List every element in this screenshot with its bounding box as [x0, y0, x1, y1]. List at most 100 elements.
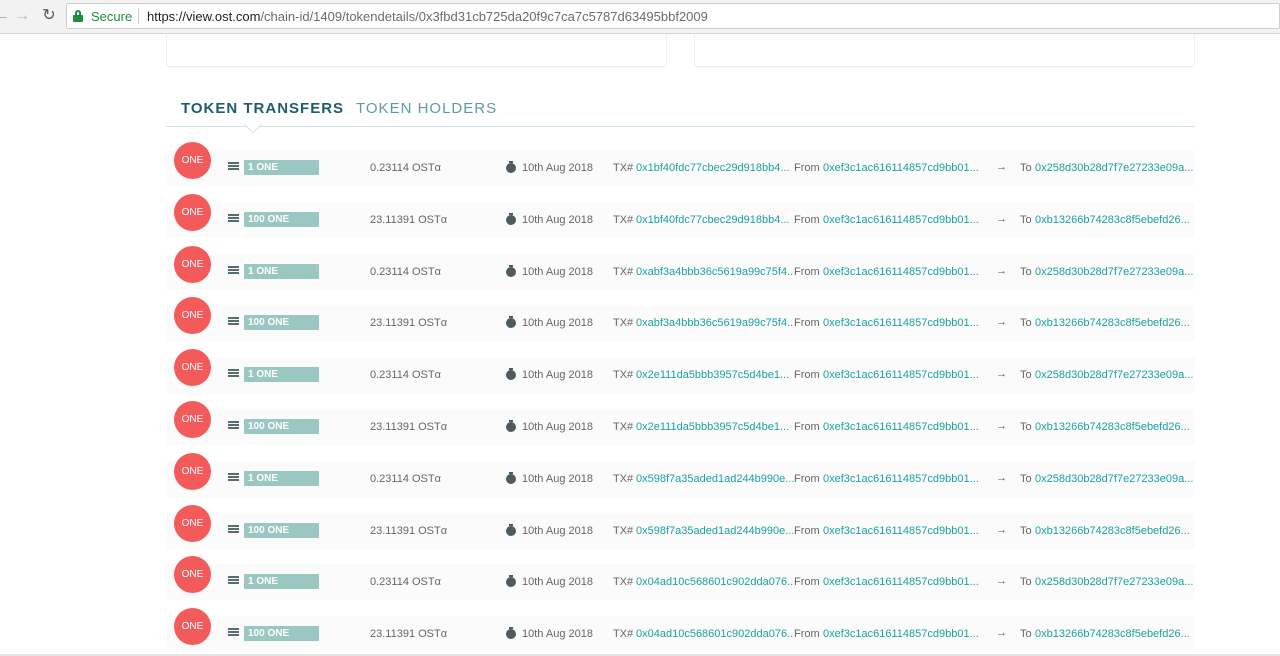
tx-label: TX#	[613, 421, 634, 433]
from-address-link[interactable]: 0xef3c1ac616114857cd9bb01...	[823, 266, 979, 278]
summary-card-right	[694, 34, 1195, 67]
from-address-link[interactable]: 0xef3c1ac616114857cd9bb01...	[823, 214, 979, 226]
from-address-link[interactable]: 0xef3c1ac616114857cd9bb01...	[823, 473, 979, 485]
tx-hash-link[interactable]: 0x598f7a35aded1ad244b990e...	[636, 473, 794, 485]
token-amount-badge: 100 ONE	[244, 626, 319, 641]
to-address-link[interactable]: 0xb13266b74283c8f5ebefd26...	[1035, 628, 1190, 640]
tx-label: TX#	[613, 628, 634, 640]
from-label: From	[794, 628, 820, 640]
from-address-link[interactable]: 0xef3c1ac616114857cd9bb01...	[823, 369, 979, 381]
stopwatch-icon	[506, 316, 516, 328]
tx-hash-link[interactable]: 0x04ad10c568601c902dda076...	[636, 576, 794, 588]
ost-amount: 23.11391 OSTα	[370, 628, 448, 640]
tx-hash-link[interactable]: 0x1bf40fdc77cbec29d918bb4...	[636, 162, 794, 174]
arrow-right-icon: →	[996, 575, 1007, 587]
arrow-right-icon[interactable]: →	[12, 6, 32, 26]
tx-hash-link[interactable]: 0x2e111da5bbb3957c5d4be1...	[636, 421, 794, 433]
stopwatch-icon	[506, 368, 516, 380]
transfer-row[interactable]: ONE 1 ONE 0.23114 OSTα 10th Aug 2018 TX# 0xab…	[166, 246, 1195, 290]
to-address-link[interactable]: 0xb13266b74283c8f5ebefd26...	[1035, 421, 1190, 433]
to-label: To	[1020, 214, 1032, 226]
from-address-link[interactable]: 0xef3c1ac616114857cd9bb01...	[823, 576, 979, 588]
token-avatar: ONE	[174, 142, 211, 179]
tab-token-transfers[interactable]: TOKEN TRANSFERS	[181, 100, 344, 117]
tx-label: TX#	[613, 162, 634, 174]
arrow-right-icon: →	[996, 161, 1007, 173]
coins-stack-icon	[228, 266, 239, 276]
tx-hash-link[interactable]: 0x1bf40fdc77cbec29d918bb4...	[636, 214, 794, 226]
ost-amount: 0.23114 OSTα	[370, 473, 441, 485]
from-label: From	[794, 369, 820, 381]
address-bar[interactable]: Secure https://view.ost.com/chain-id/140…	[66, 3, 1280, 29]
transfer-row[interactable]: ONE 100 ONE 23.11391 OSTα 10th Aug 2018 TX# 0…	[166, 194, 1195, 238]
to-address-link[interactable]: 0x258d30b28d7f7e27233e09a...	[1035, 266, 1193, 278]
coins-stack-icon	[228, 525, 239, 535]
tx-label: TX#	[613, 576, 634, 588]
transfer-row[interactable]: ONE 1 ONE 0.23114 OSTα 10th Aug 2018 TX# 0x59…	[166, 453, 1195, 497]
to-label: To	[1020, 421, 1032, 433]
to-label: To	[1020, 369, 1032, 381]
address-divider	[138, 8, 139, 24]
transfer-row[interactable]: ONE 100 ONE 23.11391 OSTα 10th Aug 2018 TX# 0…	[166, 401, 1195, 445]
tx-hash-link[interactable]: 0x598f7a35aded1ad244b990e...	[636, 525, 794, 537]
browser-toolbar: ← → ↻ Secure https://view.ost.com/chain-…	[0, 0, 1280, 34]
from-address-link[interactable]: 0xef3c1ac616114857cd9bb01...	[823, 525, 979, 537]
token-tabs: TOKEN TRANSFERS TOKEN HOLDERS	[166, 96, 1195, 134]
from-label: From	[794, 162, 820, 174]
ost-amount: 23.11391 OSTα	[370, 525, 448, 537]
transfer-date: 10th Aug 2018	[522, 266, 593, 278]
token-avatar: ONE	[174, 246, 211, 283]
ost-amount: 23.11391 OSTα	[370, 421, 448, 433]
tx-hash-link[interactable]: 0x2e111da5bbb3957c5d4be1...	[636, 369, 794, 381]
token-amount-badge: 1 ONE	[244, 471, 319, 486]
token-amount-badge: 1 ONE	[244, 264, 319, 279]
to-address-link[interactable]: 0x258d30b28d7f7e27233e09a...	[1035, 369, 1193, 381]
transfer-row[interactable]: ONE 100 ONE 23.11391 OSTα 10th Aug 2018 TX# 0…	[166, 297, 1195, 341]
to-address-link[interactable]: 0xb13266b74283c8f5ebefd26...	[1035, 525, 1190, 537]
from-address-link[interactable]: 0xef3c1ac616114857cd9bb01...	[823, 162, 979, 174]
tab-token-holders[interactable]: TOKEN HOLDERS	[356, 100, 497, 117]
transfer-row[interactable]: ONE 100 ONE 23.11391 OSTα 10th Aug 2018 TX# 0…	[166, 608, 1195, 652]
arrow-left-icon[interactable]: ←	[0, 6, 12, 26]
from-label: From	[794, 266, 820, 278]
stopwatch-icon	[506, 265, 516, 277]
token-amount-badge: 100 ONE	[244, 523, 319, 538]
transfer-row[interactable]: ONE 1 ONE 0.23114 OSTα 10th Aug 2018 TX# 0x2e…	[166, 349, 1195, 393]
token-avatar: ONE	[174, 401, 211, 438]
from-address-link[interactable]: 0xef3c1ac616114857cd9bb01...	[823, 421, 979, 433]
to-label: To	[1020, 266, 1032, 278]
lock-icon	[73, 10, 83, 22]
active-tab-indicator	[244, 116, 262, 134]
from-address-link[interactable]: 0xef3c1ac616114857cd9bb01...	[823, 317, 979, 329]
token-amount-badge: 100 ONE	[244, 212, 319, 227]
token-avatar: ONE	[174, 297, 211, 334]
arrow-right-icon: →	[996, 524, 1007, 536]
ost-amount: 23.11391 OSTα	[370, 214, 448, 226]
tx-hash-link[interactable]: 0xabf3a4bbb36c5619a99c75f4...	[636, 317, 794, 329]
to-address-link[interactable]: 0x258d30b28d7f7e27233e09a...	[1035, 473, 1193, 485]
transfer-row[interactable]: ONE 100 ONE 23.11391 OSTα 10th Aug 2018 TX# 0…	[166, 505, 1195, 549]
transfer-row[interactable]: ONE 1 ONE 0.23114 OSTα 10th Aug 2018 TX# 0x04…	[166, 556, 1195, 600]
stopwatch-icon	[506, 575, 516, 587]
tx-hash-link[interactable]: 0x04ad10c568601c902dda076...	[636, 628, 794, 640]
coins-stack-icon	[228, 473, 239, 483]
to-address-link[interactable]: 0xb13266b74283c8f5ebefd26...	[1035, 317, 1190, 329]
reload-icon[interactable]: ↻	[39, 6, 59, 26]
tx-label: TX#	[613, 473, 634, 485]
to-address-link[interactable]: 0x258d30b28d7f7e27233e09a...	[1035, 162, 1193, 174]
coins-stack-icon	[228, 628, 239, 638]
url-text[interactable]: https://view.ost.com/chain-id/1409/token…	[147, 9, 708, 24]
transfer-date: 10th Aug 2018	[522, 628, 593, 640]
to-address-link[interactable]: 0xb13266b74283c8f5ebefd26...	[1035, 214, 1190, 226]
transfer-date: 10th Aug 2018	[522, 576, 593, 588]
ost-amount: 0.23114 OSTα	[370, 162, 441, 174]
transfer-row[interactable]: ONE 1 ONE 0.23114 OSTα 10th Aug 2018 TX# 0x1b…	[166, 142, 1195, 186]
arrow-right-icon: →	[996, 368, 1007, 380]
to-address-link[interactable]: 0x258d30b28d7f7e27233e09a...	[1035, 576, 1193, 588]
stopwatch-icon	[506, 420, 516, 432]
ost-amount: 0.23114 OSTα	[370, 266, 441, 278]
from-address-link[interactable]: 0xef3c1ac616114857cd9bb01...	[823, 628, 979, 640]
from-label: From	[794, 317, 820, 329]
from-label: From	[794, 576, 820, 588]
tx-hash-link[interactable]: 0xabf3a4bbb36c5619a99c75f4...	[636, 266, 794, 278]
